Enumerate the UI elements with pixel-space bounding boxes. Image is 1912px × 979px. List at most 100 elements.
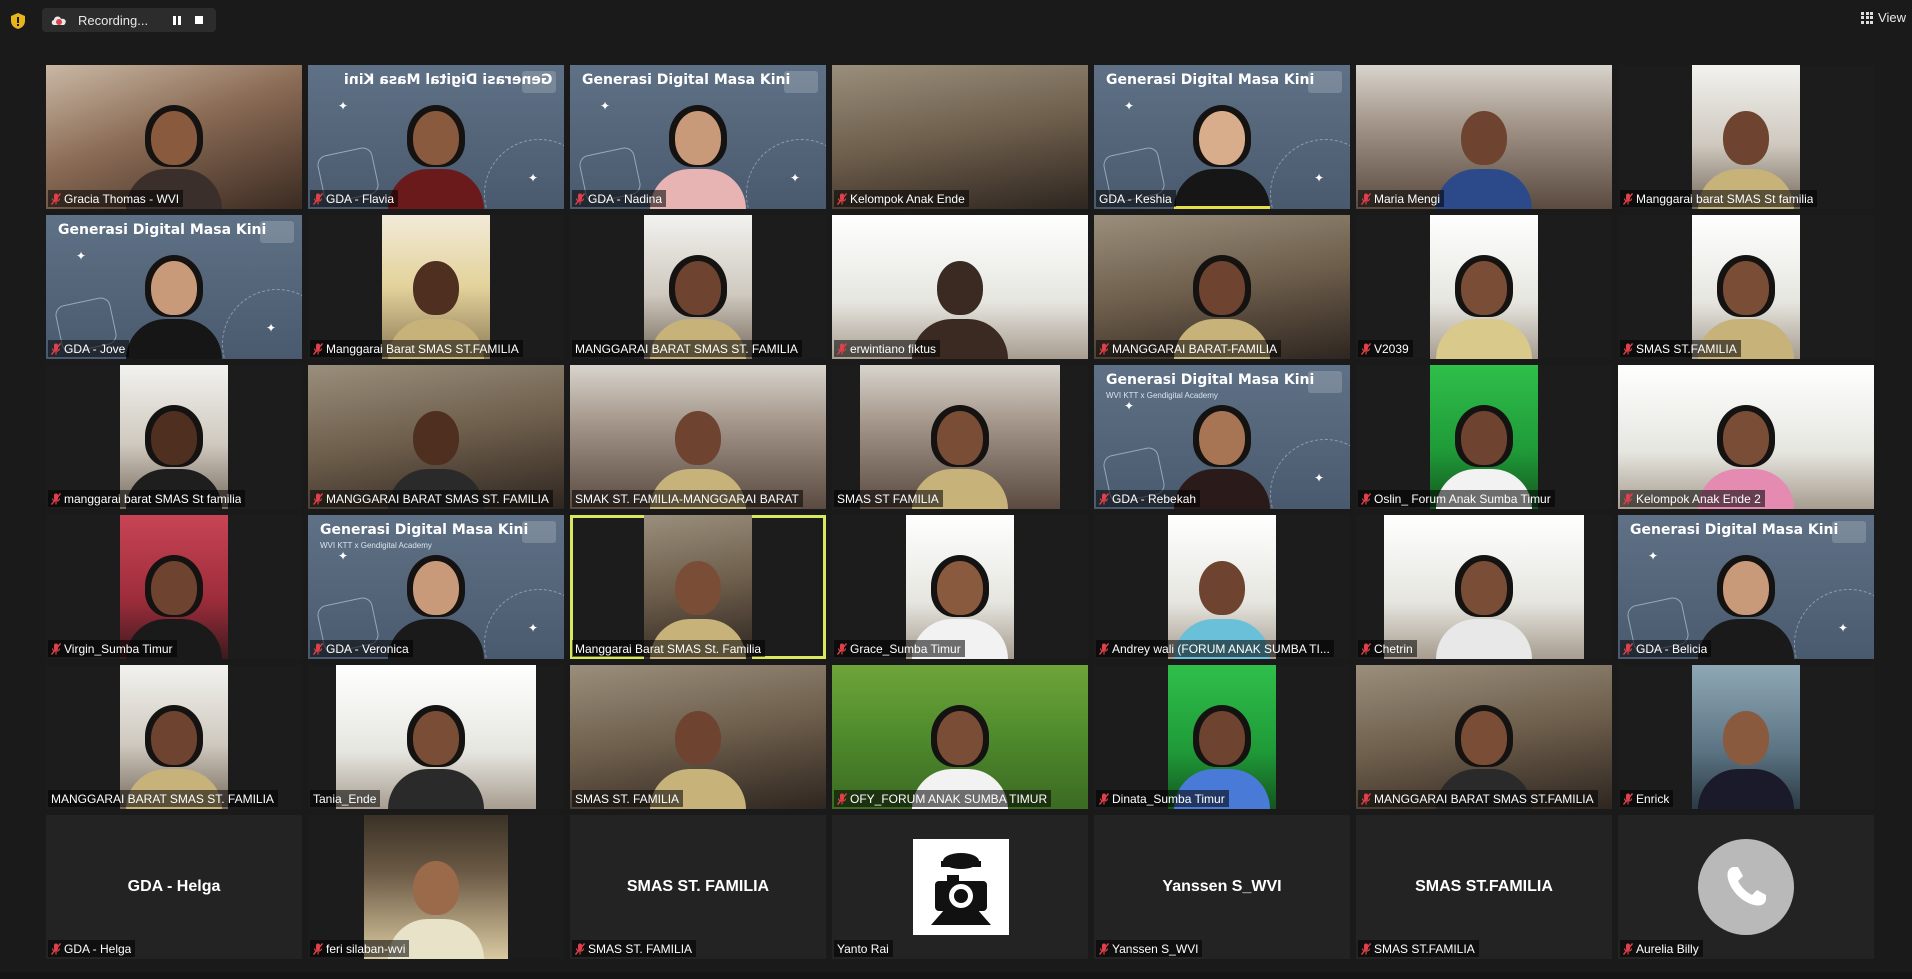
recording-label: Recording... [78, 12, 149, 28]
participant-name: Manggarai barat SMAS St familia [1636, 191, 1814, 206]
participant-tile-gracia-thomas-wvi[interactable]: Gracia Thomas - WVI [46, 65, 302, 209]
muted-mic-icon [51, 192, 61, 205]
participant-tile-manggarai-barat-smas-st-familia[interactable]: Manggarai barat SMAS St familia [1618, 65, 1874, 209]
participant-tile-tania-ende[interactable]: Tania_Ende [308, 665, 564, 809]
participant-name-label: manggarai barat SMAS St familia [48, 490, 246, 507]
participant-tile-chetrin[interactable]: Chetrin [1356, 515, 1612, 659]
participant-tile-enrick[interactable]: Enrick [1618, 665, 1874, 809]
participant-video [832, 215, 1088, 359]
cloud-recording-icon [51, 16, 66, 25]
participant-tile-feri-silaban-wvi[interactable]: feri silaban-wvi [308, 815, 564, 959]
participant-name: SMAK ST. FAMILIA-MANGGARAI BARAT [575, 491, 799, 506]
participant-tile-manggarai-barat-smas-st-familia[interactable]: MANGGARAI BARAT SMAS ST. FAMILIA [46, 665, 302, 809]
participant-tile-kelompok-anak-ende[interactable]: Kelompok Anak Ende [832, 65, 1088, 209]
participant-tile-gda-keshia[interactable]: ✦ ✦ Generasi Digital Masa Kini GDA - Keshia [1094, 65, 1350, 209]
muted-mic-icon [1361, 492, 1371, 505]
participant-name: feri silaban-wvi [326, 941, 406, 956]
participant-tile-manggarai-barat-smas-st-familia[interactable]: MANGGARAI BARAT SMAS ST. FAMILIA [570, 215, 826, 359]
participant-tile-oslin-forum-anak-sumba-timur[interactable]: Oslin_ Forum Anak Sumba Timur [1356, 365, 1612, 509]
participant-tile-gda-jove[interactable]: ✦ ✦ Generasi Digital Masa Kini GDA - Jove [46, 215, 302, 359]
participant-tile-andrey-wali-forum-anak-sumba-ti[interactable]: Andrey wali (FORUM ANAK SUMBA TI... [1094, 515, 1350, 659]
participant-tile-grace-sumba-timur[interactable]: Grace_Sumba Timur [832, 515, 1088, 659]
participant-tile-gda-rebekah[interactable]: ✦ ✦ Generasi Digital Masa Kini WVI KTT x Ge… [1094, 365, 1350, 509]
muted-mic-icon [837, 342, 847, 355]
participant-name: GDA - Rebekah [1112, 491, 1197, 506]
speaking-indicator [1174, 206, 1270, 209]
phone-icon [1727, 867, 1766, 906]
muted-mic-icon [51, 492, 61, 505]
participant-video [1618, 365, 1874, 509]
participant-name: MANGGARAI BARAT SMAS ST.FAMILIA [1374, 791, 1594, 806]
participant-figure [1436, 111, 1532, 209]
participant-tile-yanssen-s-wvi[interactable]: Yanssen S_WVI Yanssen S_WVI [1094, 815, 1350, 959]
participant-tile-smas-st-familia[interactable]: SMAS ST FAMILIA [832, 365, 1088, 509]
participant-name-label: GDA - Belicia [1620, 640, 1712, 657]
participant-name-label: Gracia Thomas - WVI [48, 190, 184, 207]
participant-name: Yanto Rai [837, 941, 889, 956]
participant-name: Oslin_ Forum Anak Sumba Timur [1374, 491, 1551, 506]
participant-name-label: Aurelia Billy [1620, 940, 1703, 957]
banner-title: Generasi Digital Masa Kini [58, 222, 267, 238]
participant-name-label: SMAK ST. FAMILIA-MANGGARAI BARAT [572, 490, 803, 507]
participant-tile-manggarai-barat-smas-st-familia[interactable]: Manggarai Barat SMAS St. Familia [570, 515, 826, 659]
muted-mic-icon [1623, 342, 1633, 355]
muted-mic-icon [1099, 492, 1109, 505]
participant-tile-manggarai-barat-familia[interactable]: MANGGARAI BARAT-FAMILIA [1094, 215, 1350, 359]
virtual-background: ✦ ✦ Generasi Digital Masa Kini [46, 215, 302, 359]
participant-tile-manggarai-barat-smas-st-familia[interactable]: MANGGARAI BARAT SMAS ST.FAMILIA [1356, 665, 1612, 809]
phone-call-avatar [1698, 839, 1794, 935]
banner-title: Generasi Digital Masa Kini [320, 522, 529, 538]
muted-mic-icon [1623, 192, 1633, 205]
participant-tile-manggarai-barat-smas-st-familia[interactable]: manggarai barat SMAS St familia [46, 365, 302, 509]
participant-tile-v2039[interactable]: V2039 [1356, 215, 1612, 359]
participant-tile-manggarai-barat-smas-st-familia[interactable]: MANGGARAI BARAT SMAS ST. FAMILIA [308, 365, 564, 509]
banner-subtitle: WVI KTT x Gendigital Academy [320, 541, 432, 550]
participant-tile-gda-veronica[interactable]: ✦ ✦ Generasi Digital Masa Kini WVI KTT x Ge… [308, 515, 564, 659]
participant-tile-manggarai-barat-smas-st-familia[interactable]: Manggarai Barat SMAS ST.FAMILIA [308, 215, 564, 359]
participant-tile-yanto-rai[interactable]: Yanto Rai [832, 815, 1088, 959]
security-shield-icon[interactable] [10, 12, 26, 30]
virtual-background: ✦ ✦ Generasi Digital Masa Kini [1618, 515, 1874, 659]
participant-tile-erwintiano-fiktus[interactable]: erwintiano fiktus [832, 215, 1088, 359]
muted-mic-icon [1361, 792, 1371, 805]
participant-name: V2039 [1374, 341, 1409, 356]
participant-tile-aurelia-billy[interactable]: Aurelia Billy [1618, 815, 1874, 959]
participant-tile-gda-belicia[interactable]: ✦ ✦ Generasi Digital Masa Kini GDA - Belici… [1618, 515, 1874, 659]
profile-picture [913, 839, 1009, 935]
participant-tile-gda-nadina[interactable]: ✦ ✦ Generasi Digital Masa Kini GDA - Nadina [570, 65, 826, 209]
muted-mic-icon [575, 942, 585, 955]
participant-tile-maria-mengi[interactable]: Maria Mengi [1356, 65, 1612, 209]
participant-tile-smas-st-familia[interactable]: SMAS ST.FAMILIA [1618, 215, 1874, 359]
participant-tile-smak-st-familia-manggarai-barat[interactable]: SMAK ST. FAMILIA-MANGGARAI BARAT [570, 365, 826, 509]
participant-tile-kelompok-anak-ende-2[interactable]: Kelompok Anak Ende 2 [1618, 365, 1874, 509]
participant-name: GDA - Nadina [588, 191, 663, 206]
participant-name: Grace_Sumba Timur [850, 641, 961, 656]
participant-video [1168, 665, 1276, 809]
participant-name-label: feri silaban-wvi [310, 940, 410, 957]
participant-name-label: Virgin_Sumba Timur [48, 640, 177, 657]
participant-name: Dinata_Sumba Timur [1112, 791, 1225, 806]
participant-tile-dinata-sumba-timur[interactable]: Dinata_Sumba Timur [1094, 665, 1350, 809]
muted-mic-icon [1361, 942, 1371, 955]
participant-video [120, 665, 228, 809]
participant-tile-virgin-sumba-timur[interactable]: Virgin_Sumba Timur [46, 515, 302, 659]
participant-name-label: Maria Mengi [1358, 190, 1445, 207]
view-button[interactable]: View [1861, 10, 1906, 25]
participant-name: SMAS ST. FAMILIA [575, 791, 680, 806]
participant-name-label: Chetrin [1358, 640, 1417, 657]
stop-recording-button[interactable] [188, 9, 210, 31]
banner-subtitle: WVI KTT x Gendigital Academy [1106, 391, 1218, 400]
muted-mic-icon [1099, 642, 1109, 655]
participant-tile-smas-st-familia[interactable]: SMAS ST.FAMILIA SMAS ST.FAMILIA [1356, 815, 1612, 959]
participant-tile-smas-st-familia[interactable]: SMAS ST. FAMILIA [570, 665, 826, 809]
participant-name: Maria Mengi [1374, 191, 1441, 206]
participant-tile-ofy-forum-anak-sumba-timur[interactable]: OFY_FORUM ANAK SUMBA TIMUR [832, 665, 1088, 809]
participant-name: OFY_FORUM ANAK SUMBA TIMUR [850, 791, 1048, 806]
participant-tile-smas-st-familia[interactable]: SMAS ST. FAMILIA SMAS ST. FAMILIA [570, 815, 826, 959]
participant-tile-gda-helga[interactable]: GDA - Helga GDA - Helga [46, 815, 302, 959]
participant-tile-gda-flavia[interactable]: ✦ ✦ Generasi Digital Masa Kini GDA - Flavia [308, 65, 564, 209]
participant-video [46, 65, 302, 209]
muted-mic-icon [575, 192, 585, 205]
participant-figure [1436, 555, 1532, 659]
pause-recording-button[interactable] [166, 9, 188, 31]
